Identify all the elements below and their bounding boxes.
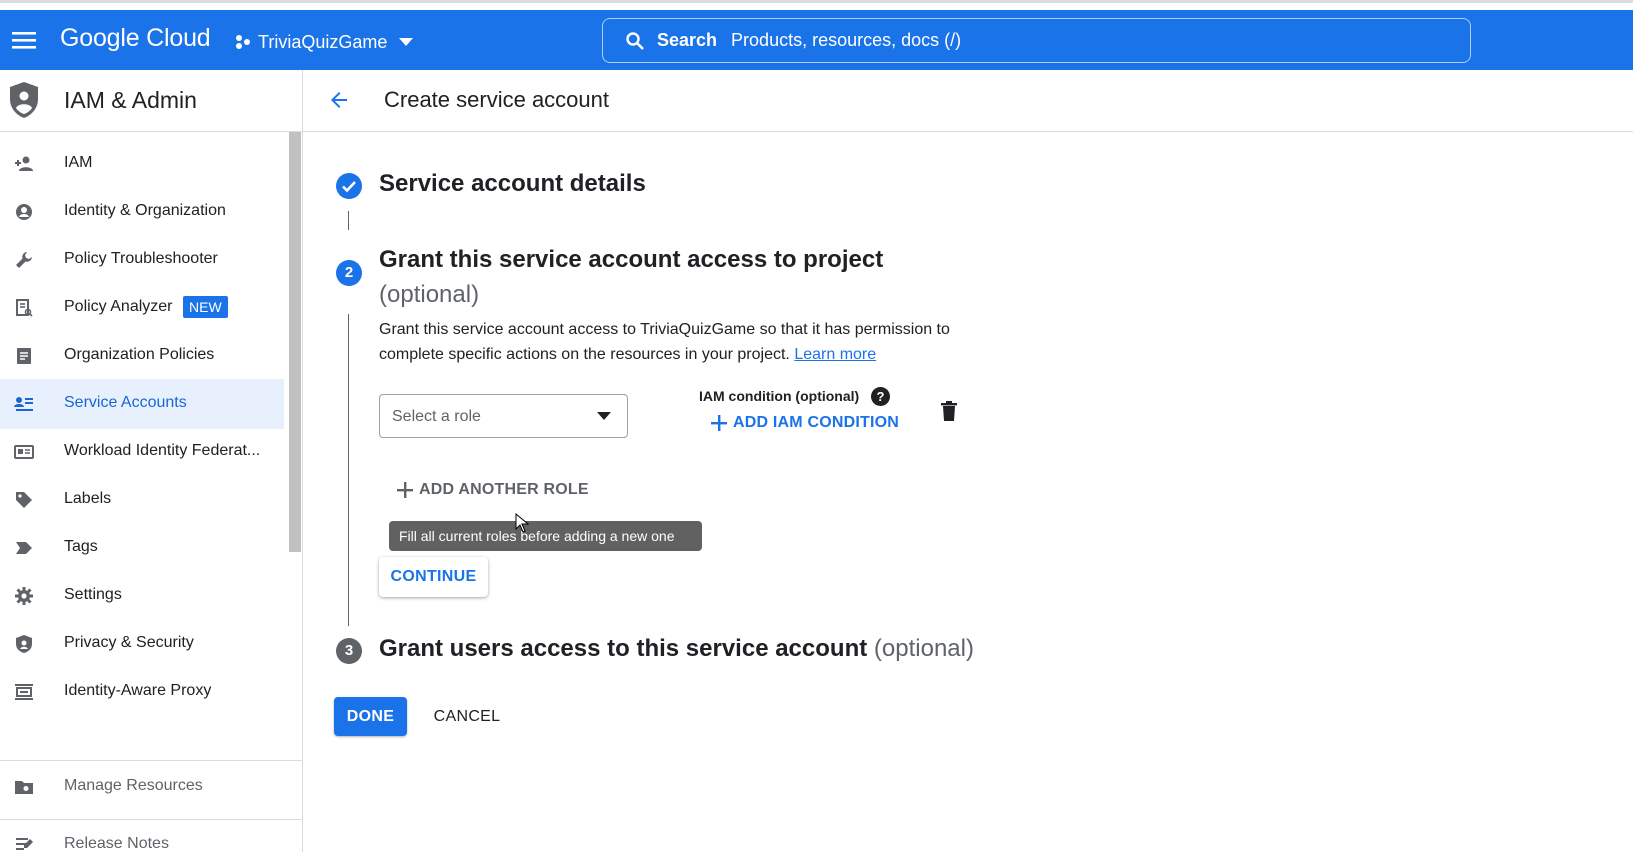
project-hub-icon [236, 35, 250, 49]
page-title: Create service account [384, 87, 609, 112]
plus-icon [711, 415, 727, 431]
sidebar-item-label: Organization Policies [64, 346, 215, 363]
hamburger-menu-icon[interactable] [12, 28, 36, 52]
top-strip [0, 0, 1633, 10]
sidebar-item-label: Tags [64, 538, 98, 555]
iam-condition-label: IAM condition (optional) [699, 388, 860, 404]
label-tag-icon [16, 492, 32, 508]
sidebar-item-label: Manage Resources [64, 777, 203, 794]
chevron-down-icon [399, 38, 414, 46]
help-icon[interactable]: ? [871, 387, 890, 406]
wrench-icon [16, 252, 32, 268]
sidebar-item-release-notes[interactable]: Release Notes [0, 820, 284, 852]
sidebar-item-workload-identity[interactable]: Workload Identity Federat... [0, 427, 284, 477]
done-button[interactable]: DONE [334, 697, 407, 736]
list-document-icon [17, 348, 31, 364]
sidebar-item-label: Labels [64, 490, 112, 507]
sidebar-divider [0, 760, 302, 761]
sidebar-title: IAM & Admin [64, 87, 197, 113]
proxy-icon [15, 684, 33, 700]
step2-number: 2 [336, 260, 362, 286]
continue-button[interactable]: CONTINUE [379, 557, 488, 597]
add-another-role-label: ADD ANOTHER ROLE [419, 481, 589, 498]
role-select-placeholder: Select a role [392, 408, 481, 425]
sidebar-item-label: Policy Analyzer [64, 298, 173, 315]
step3-number: 3 [336, 638, 362, 664]
sidebar-item-policy-troubleshooter[interactable]: Policy Troubleshooter [0, 235, 284, 285]
account-circle-icon [16, 204, 32, 220]
page-header: Create service account [303, 70, 1633, 132]
step3-optional: (optional) [873, 635, 974, 662]
sidebar-item-label: Identity-Aware Proxy [64, 682, 212, 699]
sidebar-item-label: Identity & Organization [64, 202, 226, 219]
delete-trash-icon[interactable] [941, 401, 957, 421]
step-connector-line [348, 314, 349, 626]
tooltip: Fill all current roles before adding a n… [389, 521, 702, 551]
sidebar-item-settings[interactable]: Settings [0, 571, 284, 621]
sidebar-header: IAM & Admin [0, 70, 303, 132]
step2-title: Grant this service account access to pro… [379, 242, 899, 312]
notes-icon [16, 838, 33, 850]
step-connector-line [348, 211, 349, 230]
search-label: Search [657, 30, 718, 50]
sidebar-item-iam[interactable]: IAM [0, 139, 284, 189]
sidebar-item-label: Workload Identity Federat... [64, 442, 261, 459]
dropdown-arrow-icon [597, 412, 611, 420]
sidebar-item-service-accounts[interactable]: Service Accounts [0, 379, 284, 429]
new-badge: NEW [183, 296, 228, 318]
search-icon [626, 31, 644, 50]
sidebar-item-labels[interactable]: Labels [0, 475, 284, 525]
shield-icon [16, 635, 32, 653]
sidebar-item-label: Release Notes [64, 835, 169, 852]
search-bar[interactable]: Search Products, resources, docs (/) [602, 18, 1471, 63]
plus-icon [397, 482, 413, 498]
add-iam-condition-button[interactable]: ADD IAM CONDITION [711, 414, 899, 432]
mouse-cursor-icon [515, 513, 529, 533]
sidebar-item-identity-organization[interactable]: Identity & Organization [0, 187, 284, 237]
top-strip-shade [0, 0, 1633, 3]
add-another-role-button[interactable]: ADD ANOTHER ROLE [397, 481, 589, 499]
document-search-icon [16, 299, 33, 317]
google-cloud-logo[interactable]: Google Cloud [60, 24, 211, 53]
svg-text:?: ? [877, 389, 885, 404]
learn-more-link[interactable]: Learn more [794, 346, 876, 363]
add-iam-condition-label: ADD IAM CONDITION [733, 414, 900, 431]
sidebar-scrollbar[interactable] [289, 132, 301, 552]
step2-optional: (optional) [379, 281, 480, 308]
project-name: TriviaQuizGame [258, 31, 388, 52]
tag-arrow-icon [16, 542, 32, 554]
sidebar-item-label: IAM [64, 154, 93, 171]
step1-title[interactable]: Service account details [379, 170, 646, 198]
iam-shield-icon [10, 82, 38, 118]
search-input[interactable]: Products, resources, docs (/) [731, 30, 961, 51]
role-select[interactable]: Select a role [379, 394, 628, 438]
sidebar: IAM & Admin IAM Identity & Organization … [0, 70, 303, 852]
gear-icon [15, 587, 33, 605]
sidebar-item-organization-policies[interactable]: Organization Policies [0, 331, 284, 381]
sidebar-item-label: Privacy & Security [64, 634, 194, 651]
sidebar-item-label: Policy Troubleshooter [64, 250, 218, 267]
folder-settings-icon [15, 781, 33, 794]
step-complete-check-icon [336, 173, 362, 199]
person-add-icon [15, 156, 33, 171]
step3-title[interactable]: Grant users access to this service accou… [379, 635, 974, 663]
sidebar-item-label: Settings [64, 586, 122, 603]
cancel-button[interactable]: CANCEL [428, 697, 506, 736]
step2-title-text: Grant this service account access to pro… [379, 246, 884, 273]
sidebar-item-identity-aware-proxy[interactable]: Identity-Aware Proxy [0, 667, 284, 717]
step3-title-text: Grant users access to this service accou… [379, 635, 868, 662]
sidebar-item-policy-analyzer[interactable]: Policy Analyzer NEW [0, 283, 284, 333]
back-arrow-icon[interactable] [327, 88, 351, 112]
sidebar-item-manage-resources[interactable]: Manage Resources [0, 762, 284, 812]
sidebar-item-tags[interactable]: Tags [0, 523, 284, 573]
project-picker[interactable]: TriviaQuizGame [234, 28, 419, 56]
sidebar-item-privacy-security[interactable]: Privacy & Security [0, 619, 284, 669]
id-card-icon [14, 445, 34, 459]
service-account-icon [14, 397, 33, 411]
step2-description: Grant this service account access to Tri… [379, 317, 979, 367]
sidebar-item-label: Service Accounts [64, 394, 187, 411]
